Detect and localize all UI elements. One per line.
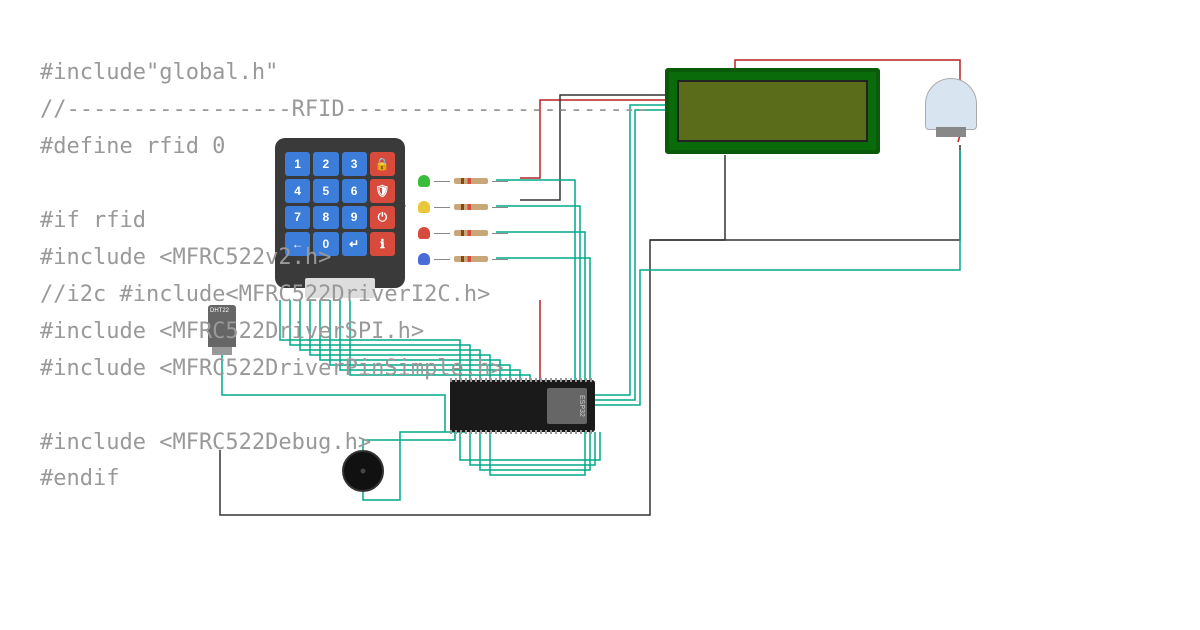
lcd-screen — [677, 80, 868, 142]
source-code-overlay: #include"global.h" //-----------------RF… — [40, 55, 649, 498]
lcd-20x4 — [665, 68, 880, 154]
pir-sensor — [925, 78, 977, 130]
